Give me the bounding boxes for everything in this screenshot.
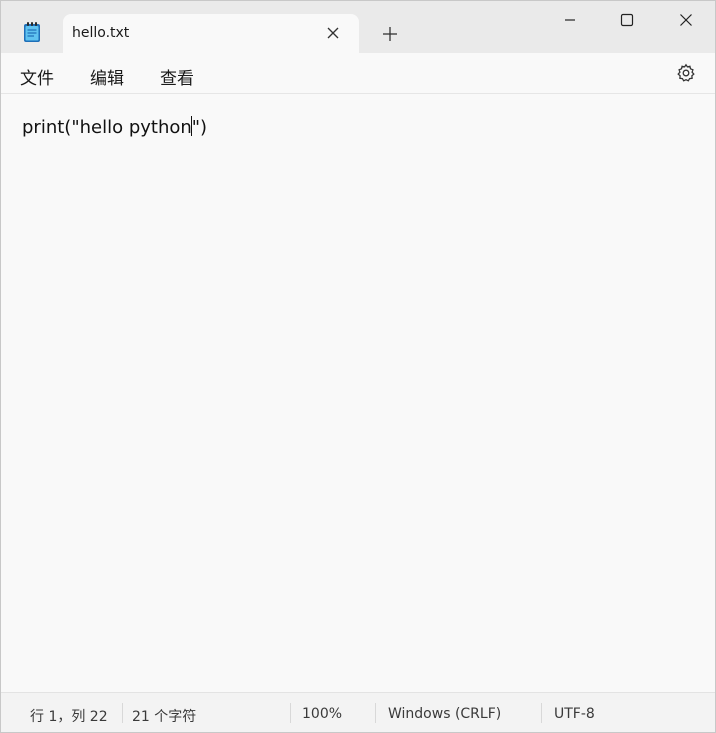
plus-icon[interactable] — [381, 25, 399, 43]
text-after-caret: ") — [191, 117, 208, 138]
status-bar: 行 1，列 22 21 个字符 100% Windows (CRLF) UTF-… — [1, 692, 715, 732]
text-before-caret: print("hello python — [22, 117, 192, 138]
text-editor[interactable]: print("hello python") — [1, 94, 715, 692]
menu-edit[interactable]: 编辑 — [90, 64, 124, 89]
minimize-button[interactable] — [541, 1, 599, 39]
menu-file[interactable]: 文件 — [20, 64, 54, 89]
status-divider — [122, 703, 123, 723]
status-divider — [541, 703, 542, 723]
close-icon[interactable] — [325, 25, 341, 41]
close-icon — [680, 14, 692, 26]
window-close-button[interactable] — [657, 1, 715, 39]
status-encoding[interactable]: UTF-8 — [554, 706, 595, 722]
maximize-icon — [620, 13, 634, 27]
status-position: 行 1，列 22 — [30, 709, 108, 725]
status-divider — [375, 703, 376, 723]
status-zoom[interactable]: 100% — [302, 706, 342, 722]
tab-title: hello.txt — [72, 25, 130, 41]
gear-icon[interactable] — [676, 63, 696, 83]
tab-hello-txt[interactable]: hello.txt — [63, 14, 359, 53]
menu-bar: 文件 编辑 查看 — [1, 53, 715, 94]
title-bar[interactable]: hello.txt — [1, 1, 715, 53]
maximize-button[interactable] — [598, 1, 656, 39]
status-char-count: 21 个字符 — [132, 709, 197, 725]
status-divider — [290, 703, 291, 723]
menu-view[interactable]: 查看 — [160, 64, 194, 89]
status-line-ending[interactable]: Windows (CRLF) — [388, 706, 501, 722]
notepad-window: hello.txt 文件 编辑 查看 print("hello python")… — [0, 0, 716, 733]
minimize-icon — [565, 19, 575, 21]
notepad-icon — [24, 22, 40, 42]
editor-content[interactable]: print("hello python") — [22, 116, 207, 138]
